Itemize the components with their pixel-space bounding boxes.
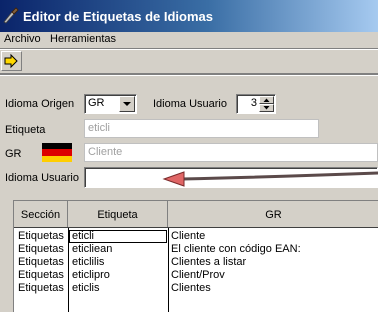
cell-seccion: Etiquetas [18,243,64,255]
etiqueta-value: eticli [88,122,111,134]
table-row[interactable]: Etiquetas eticliean El cliente con códig… [14,243,378,256]
column-header-gr[interactable]: GR [168,201,378,227]
cell-seccion: Etiquetas [18,230,64,242]
idioma-usuario-spinner[interactable]: 3 [236,94,276,114]
cell-etiqueta: eticliean [72,243,113,255]
cell-seccion: Etiquetas [18,269,64,281]
gr-field[interactable]: Cliente [84,143,378,162]
title-bar: Editor de Etiquetas de Idiomas [0,0,378,32]
idioma-origen-dropdown-button[interactable] [119,96,135,112]
column-header-etiqueta[interactable]: Etiqueta [68,201,168,227]
cell-gr: Clientes a listar [171,256,247,268]
idioma-origen-select[interactable]: GR [84,94,137,114]
idioma-usuario-spin-value: 3 [250,97,257,109]
cell-etiqueta: eticlilis [72,256,105,268]
cell-gr: Cliente [171,230,206,242]
menu-archivo[interactable]: Archivo [4,33,41,45]
menu-herramientas[interactable]: Herramientas [50,33,116,45]
cell-etiqueta: eticlis [72,282,100,294]
menu-bar: Archivo Herramientas [0,32,378,48]
idioma-origen-value: GR [88,97,105,109]
cell-etiqueta: eticlipro [72,269,110,281]
table-row[interactable]: Etiquetas eticli Cliente [14,230,378,243]
idioma-usuario-spin-label: Idioma Usuario [153,98,227,110]
arrow-down-icon [263,106,270,110]
etiqueta-label: Etiqueta [5,124,46,136]
labels-grid[interactable]: Sección Etiqueta GR Etiquetas eticli Cli… [13,200,378,312]
app-icon [3,7,19,24]
annotation-arrow-icon [162,171,378,187]
cell-gr: Client/Prov [171,269,225,281]
spin-up-button[interactable] [259,96,274,104]
separator [0,74,378,76]
cell-gr: Clientes [171,282,211,294]
idioma-origen-label: Idioma Origen [5,98,75,110]
gr-label: GR [5,148,22,160]
table-row[interactable]: Etiquetas eticlipro Client/Prov [14,269,378,282]
chevron-down-icon [123,102,131,106]
table-row[interactable]: Etiquetas eticlis Clientes [14,282,378,295]
arrow-up-icon [263,98,270,102]
idioma-usuario-label: Idioma Usuario [5,172,79,184]
cell-etiqueta-selected[interactable]: eticli [69,230,167,243]
cell-seccion: Etiquetas [18,282,64,294]
etiqueta-field[interactable]: eticli [84,119,319,138]
right-arrow-icon [4,53,18,69]
spin-down-button[interactable] [259,104,274,112]
german-flag-icon [42,143,72,162]
column-header-seccion[interactable]: Sección [14,201,68,227]
table-row[interactable]: Etiquetas eticlilis Clientes a listar [14,256,378,269]
gr-value: Cliente [88,146,123,158]
cell-seccion: Etiquetas [18,256,64,268]
window-title: Editor de Etiquetas de Idiomas [23,9,213,24]
toolbar [0,48,378,74]
go-button[interactable] [1,51,22,71]
cell-gr: El cliente con código EAN: [171,243,301,255]
grid-header: Sección Etiqueta GR [14,201,378,228]
